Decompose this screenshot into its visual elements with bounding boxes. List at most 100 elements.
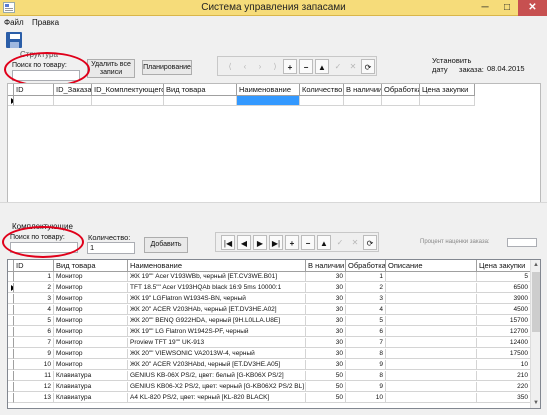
table-row[interactable]: 2 Монитор TFT 18.5"" Acer V193HQAb black 1… bbox=[8, 283, 531, 293]
table-cell[interactable]: 10 bbox=[346, 393, 386, 403]
table-row[interactable]: 12 Клавиатура GENIUS KB06-X2 PS/2, цвет: ч… bbox=[8, 382, 531, 392]
table-cell[interactable]: 1 bbox=[14, 272, 54, 282]
table-cell[interactable]: A4 KL-820 PS/2, цвет: черный [KL-820 BLA… bbox=[128, 393, 306, 403]
scroll-thumb[interactable] bbox=[532, 272, 540, 332]
table-cell[interactable]: Клавиатура bbox=[54, 393, 128, 403]
maximize-button[interactable]: □ bbox=[496, 0, 518, 16]
table-cell[interactable]: Монитор bbox=[54, 316, 128, 326]
row-indicator[interactable] bbox=[8, 393, 14, 403]
table-cell[interactable]: Клавиатура bbox=[54, 382, 128, 392]
table-cell[interactable]: 10 bbox=[14, 360, 54, 370]
table-cell[interactable] bbox=[386, 316, 477, 326]
bottom-nav-prev-icon[interactable]: ◀ bbox=[237, 235, 251, 250]
row-indicator[interactable] bbox=[8, 294, 14, 304]
bottom-nav-first-icon[interactable]: |◀ bbox=[221, 235, 235, 250]
table-cell[interactable]: 50 bbox=[306, 393, 346, 403]
bottom-col-processing[interactable]: Обработка bbox=[346, 260, 386, 272]
table-row[interactable]: 9 Монитор ЖК 20"" VIEWSONIC VA2013W-4, чер… bbox=[8, 349, 531, 359]
table-cell[interactable]: 30 bbox=[306, 338, 346, 348]
table-cell[interactable]: 17500 bbox=[477, 349, 531, 359]
table-cell[interactable]: 220 bbox=[477, 382, 531, 392]
table-cell[interactable]: ЖК 20" ACER V203HAb, черный [ET.DV3HE.A0… bbox=[128, 305, 306, 315]
table-cell[interactable]: 8 bbox=[346, 349, 386, 359]
table-cell[interactable]: Монитор bbox=[54, 283, 128, 293]
row-indicator[interactable] bbox=[8, 371, 14, 381]
table-cell[interactable]: 5 bbox=[14, 316, 54, 326]
row-indicator[interactable] bbox=[8, 382, 14, 392]
table-cell[interactable]: 1 bbox=[346, 272, 386, 282]
bottom-nav-post-icon[interactable]: ✓ bbox=[333, 235, 347, 250]
table-row[interactable]: 6 Монитор ЖК 19"" LG Flatron W1942S-PF, че… bbox=[8, 327, 531, 337]
table-cell[interactable]: ЖК 20"" VIEWSONIC VA2013W-4, черный bbox=[128, 349, 306, 359]
table-cell[interactable]: 30 bbox=[306, 360, 346, 370]
table-row[interactable]: 10 Монитор ЖК 20" ACER V203HAbd, черный [E… bbox=[8, 360, 531, 370]
table-row[interactable]: 4 Монитор ЖК 20" ACER V203HAb, черный [ET.… bbox=[8, 305, 531, 315]
table-cell[interactable] bbox=[386, 327, 477, 337]
bottom-nav-add-icon[interactable]: + bbox=[285, 235, 299, 250]
markup-input[interactable] bbox=[507, 238, 537, 247]
top-col-id[interactable]: ID bbox=[14, 84, 54, 96]
top-nav-first[interactable]: ⟨ bbox=[223, 59, 237, 74]
row-indicator[interactable] bbox=[8, 360, 14, 370]
table-cell[interactable]: Монитор bbox=[54, 338, 128, 348]
top-col-purchase-price[interactable]: Цена закупки bbox=[420, 84, 475, 96]
table-row[interactable]: 11 Клавиатура GENIUS KB-06X PS/2, цвет: бе… bbox=[8, 371, 531, 381]
row-indicator[interactable] bbox=[8, 316, 14, 326]
table-cell[interactable]: GENIUS KB-06X PS/2, цвет: белый [G-KB06X… bbox=[128, 371, 306, 381]
table-cell[interactable]: GENIUS KB06-X2 PS/2, цвет: черный [G-KB0… bbox=[128, 382, 306, 392]
table-cell[interactable] bbox=[386, 371, 477, 381]
top-nav-prev[interactable]: ‹ bbox=[238, 59, 252, 74]
table-row[interactable]: 7 Монитор Proview TFT 19"" UK-913 30 7 12400 bbox=[8, 338, 531, 348]
bottom-col-product-type[interactable]: Вид товара bbox=[54, 260, 128, 272]
table-cell[interactable]: 5 bbox=[346, 316, 386, 326]
top-nav-delete-icon[interactable]: − bbox=[299, 59, 313, 74]
table-row[interactable]: 5 Монитор ЖК 20"" BENQ G922HDA, черный [9H… bbox=[8, 316, 531, 326]
top-col-product-type[interactable]: Вид товара bbox=[164, 84, 237, 96]
table-cell[interactable]: 9 bbox=[346, 382, 386, 392]
add-button[interactable]: Добавить bbox=[144, 237, 188, 253]
table-cell[interactable]: 15700 bbox=[477, 316, 531, 326]
table-cell[interactable]: 6 bbox=[346, 327, 386, 337]
table-cell[interactable]: Монитор bbox=[54, 272, 128, 282]
table-cell[interactable]: 7 bbox=[14, 338, 54, 348]
table-cell[interactable]: 8 bbox=[346, 371, 386, 381]
delete-all-button[interactable]: Удалить все записи bbox=[87, 59, 135, 78]
table-cell[interactable]: 50 bbox=[306, 382, 346, 392]
table-cell[interactable]: 3 bbox=[346, 294, 386, 304]
bottom-col-id[interactable]: ID bbox=[14, 260, 54, 272]
planning-button[interactable]: Планирование bbox=[142, 60, 192, 75]
table-cell[interactable] bbox=[386, 272, 477, 282]
scroll-down-icon[interactable]: ▼ bbox=[531, 398, 540, 408]
top-col-name[interactable]: Наименование bbox=[237, 84, 300, 96]
table-cell[interactable] bbox=[386, 294, 477, 304]
row-indicator[interactable] bbox=[8, 349, 14, 359]
table-cell[interactable]: 5 bbox=[477, 272, 531, 282]
table-cell[interactable] bbox=[386, 305, 477, 315]
row-indicator[interactable] bbox=[8, 338, 14, 348]
top-col-order-id[interactable]: ID_Заказа bbox=[54, 84, 92, 96]
table-cell[interactable]: 2 bbox=[14, 283, 54, 293]
top-nav-cancel-icon[interactable]: ✕ bbox=[346, 59, 360, 74]
table-cell[interactable]: 50 bbox=[306, 371, 346, 381]
table-cell[interactable]: 9 bbox=[14, 349, 54, 359]
table-cell[interactable] bbox=[386, 360, 477, 370]
bottom-grid[interactable]: ID Вид товара Наименование В наличии Обр… bbox=[7, 259, 541, 409]
table-cell[interactable]: 4 bbox=[14, 305, 54, 315]
table-cell[interactable]: 30 bbox=[306, 349, 346, 359]
table-cell[interactable]: Монитор bbox=[54, 349, 128, 359]
table-cell[interactable]: 6500 bbox=[477, 283, 531, 293]
table-cell[interactable]: ЖК 20" ACER V203HAbd, черный [ET.DV3HE.A… bbox=[128, 360, 306, 370]
bottom-col-in-stock[interactable]: В наличии bbox=[306, 260, 346, 272]
table-cell[interactable]: 13 bbox=[14, 393, 54, 403]
table-cell[interactable]: 3 bbox=[14, 294, 54, 304]
top-col-in-stock[interactable]: В наличии bbox=[344, 84, 382, 96]
row-indicator[interactable] bbox=[8, 327, 14, 337]
top-nav-add-icon[interactable]: + bbox=[283, 59, 297, 74]
minimize-button[interactable]: ─ bbox=[474, 0, 496, 16]
table-cell[interactable] bbox=[386, 338, 477, 348]
top-grid-row[interactable] bbox=[8, 96, 475, 106]
top-nav-refresh-icon[interactable]: ⟳ bbox=[361, 59, 375, 74]
table-cell[interactable]: 30 bbox=[306, 327, 346, 337]
bottom-nav-next-icon[interactable]: ▶ bbox=[253, 235, 267, 250]
table-cell[interactable]: 30 bbox=[306, 283, 346, 293]
